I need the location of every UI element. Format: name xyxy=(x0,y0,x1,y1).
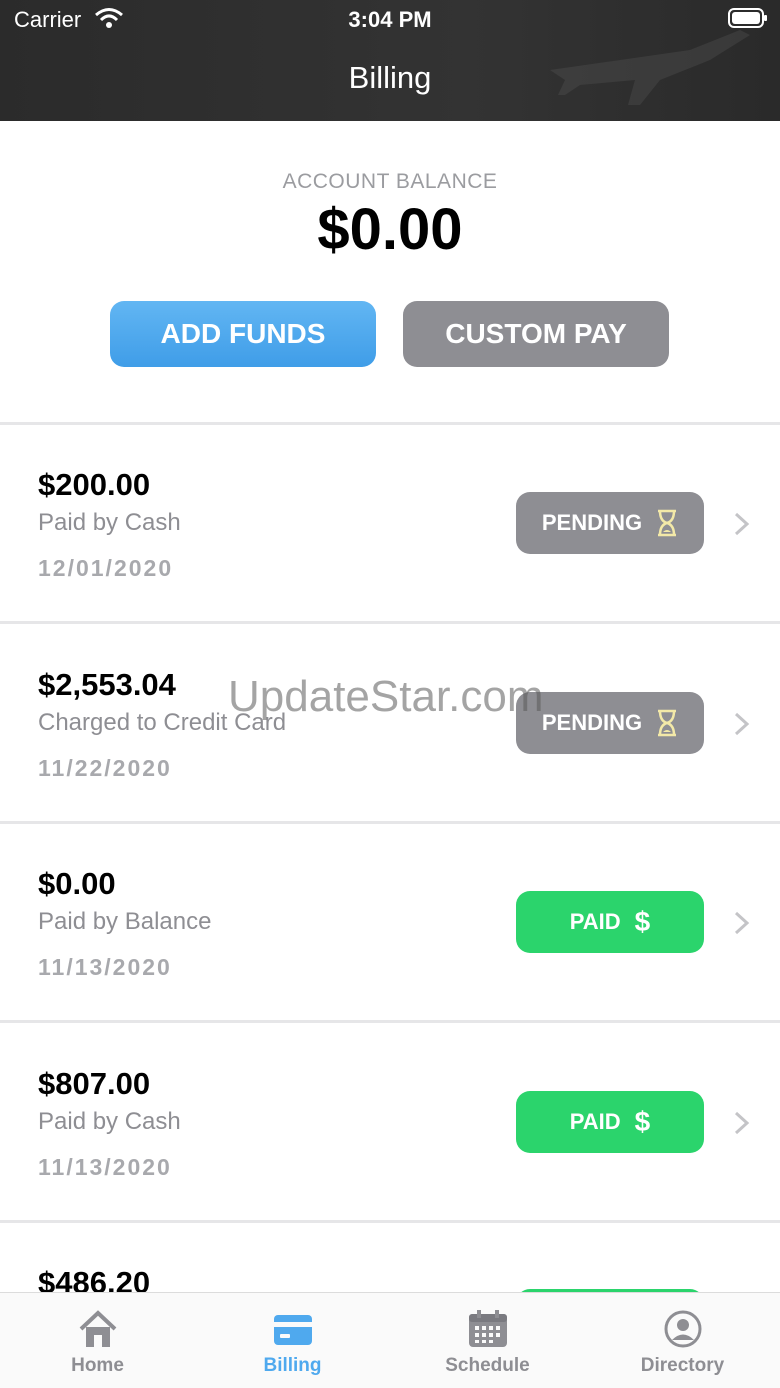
transaction-row[interactable]: $486.20 xyxy=(0,1223,780,1292)
transaction-amount: $200.00 xyxy=(38,467,151,502)
tab-bar: Home Billing Schedule Directory xyxy=(0,1292,780,1388)
chevron-right-icon xyxy=(734,712,750,736)
chevron-right-icon xyxy=(734,512,750,536)
transaction-row[interactable]: $807.00 Paid by Cash 11/13/2020 PAID $ xyxy=(0,1024,780,1220)
add-funds-button[interactable]: ADD FUNDS xyxy=(110,301,376,367)
transaction-method: Paid by Cash xyxy=(38,1108,181,1135)
chevron-right-icon xyxy=(734,1111,750,1135)
transaction-date: 12/01/2020 xyxy=(38,555,174,581)
divider xyxy=(0,621,780,624)
battery-icon xyxy=(728,8,767,28)
custom-pay-button[interactable]: CUSTOM PAY xyxy=(403,301,669,367)
tab-billing[interactable]: Billing xyxy=(195,1293,390,1388)
dollar-icon: $ xyxy=(634,1106,651,1137)
transaction-method: Paid by Cash xyxy=(38,509,181,536)
status-label: PAID xyxy=(569,1109,621,1134)
dollar-icon: $ xyxy=(634,906,651,937)
person-icon xyxy=(664,1310,702,1348)
status-badge[interactable]: PAID $ xyxy=(516,891,704,953)
tab-label: Billing xyxy=(263,1355,322,1376)
status-badge[interactable]: PAID $ xyxy=(516,1091,704,1153)
balance-label: ACCOUNT BALANCE xyxy=(282,170,498,193)
status-label: PENDING xyxy=(541,710,643,735)
card-icon xyxy=(274,1315,312,1345)
status-label: PENDING xyxy=(541,510,643,535)
divider xyxy=(0,1020,780,1023)
transaction-date: 11/13/2020 xyxy=(38,1154,172,1180)
watermark-text: UpdateStar.com xyxy=(228,672,544,721)
balance-value: $0.00 xyxy=(317,197,463,262)
home-icon xyxy=(79,1310,117,1347)
hourglass-icon xyxy=(658,509,677,537)
header-bar: Carrier 3:04 PM Billing xyxy=(0,0,780,121)
transaction-amount: $486.20 xyxy=(38,1265,151,1292)
page-title: Billing xyxy=(348,60,432,95)
status-bar: Carrier 3:04 PM xyxy=(0,0,780,40)
transaction-row[interactable]: $0.00 Paid by Balance 11/13/2020 PAID $ xyxy=(0,824,780,1020)
tab-label: Home xyxy=(71,1355,124,1376)
transaction-row[interactable]: $2,553.04 Charged to Credit Card 11/22/2… xyxy=(0,625,780,821)
transaction-date: 11/22/2020 xyxy=(38,755,172,781)
transaction-amount: $2,553.04 xyxy=(38,667,176,702)
transaction-method: Paid by Balance xyxy=(38,908,212,935)
status-badge[interactable]: PENDING xyxy=(516,692,704,754)
tab-home[interactable]: Home xyxy=(0,1293,195,1388)
transaction-amount: $0.00 xyxy=(38,866,116,901)
tab-label: Directory xyxy=(640,1355,725,1376)
hourglass-icon xyxy=(658,709,677,737)
status-badge[interactable]: PENDING xyxy=(516,492,704,554)
transaction-amount: $807.00 xyxy=(38,1066,151,1101)
tab-directory[interactable]: Directory xyxy=(585,1293,780,1388)
status-label: PAID xyxy=(569,909,621,934)
chevron-right-icon xyxy=(734,911,750,935)
tab-label: Schedule xyxy=(445,1355,530,1376)
transaction-date: 11/13/2020 xyxy=(38,954,172,980)
clock-time: 3:04 PM xyxy=(348,7,432,32)
tab-schedule[interactable]: Schedule xyxy=(390,1293,585,1388)
calendar-icon xyxy=(469,1310,507,1347)
transaction-row[interactable]: $200.00 Paid by Cash 12/01/2020 PENDING xyxy=(0,425,780,621)
